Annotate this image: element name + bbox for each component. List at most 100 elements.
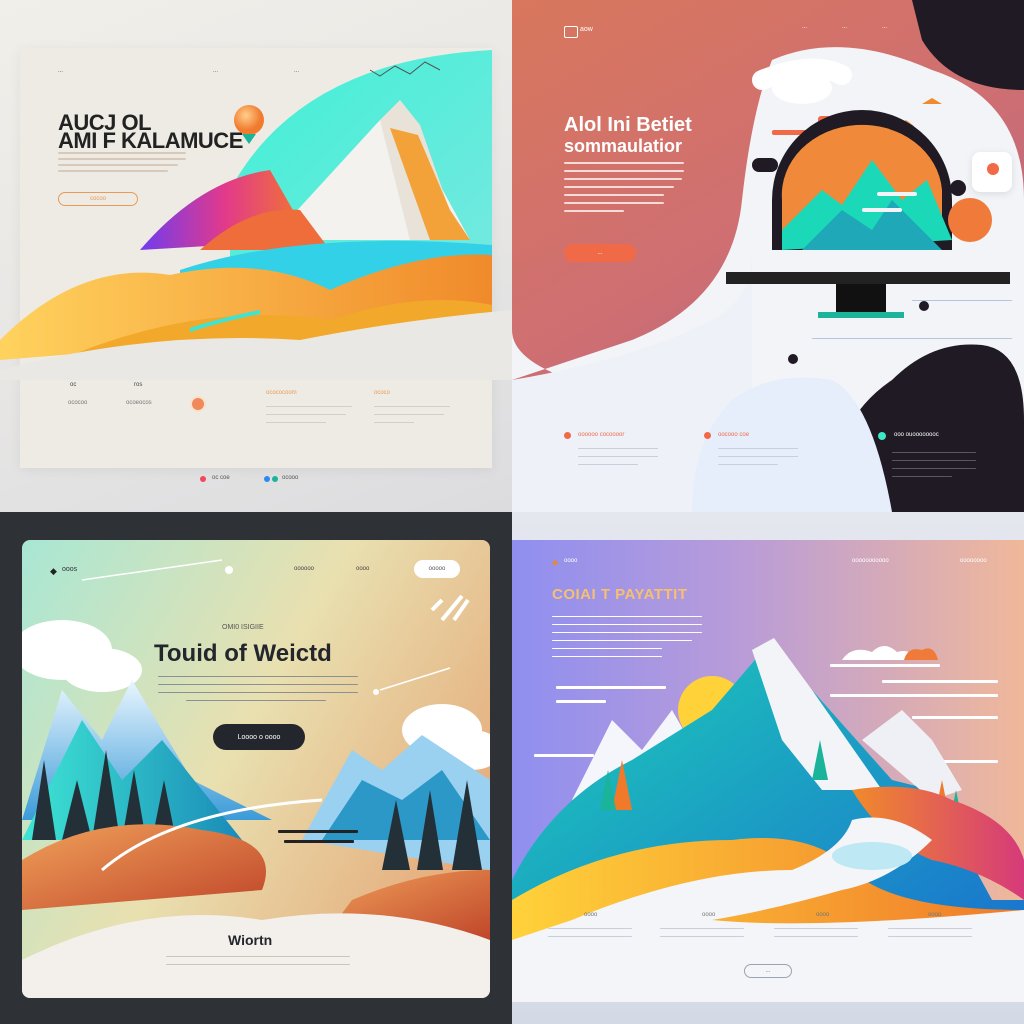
text-line [166,964,350,965]
logo-text[interactable]: ooos [62,566,77,573]
footer-label[interactable]: ocooo [282,475,298,481]
text-line [374,406,450,407]
footer-dot-icon [200,476,206,482]
nav-item[interactable]: ... [882,24,887,30]
cta-button[interactable]: ... [564,244,636,262]
logo-icon [564,26,578,38]
text-line [552,648,662,649]
text-line [548,928,632,929]
dot-icon [788,354,798,364]
feature-dot-icon [564,432,571,439]
cta-button[interactable]: ... [744,964,792,978]
snow-mountain-illustration [512,638,1024,1002]
feature-subtitle: ococoo [68,400,88,406]
text-line [374,414,444,415]
text-line [892,452,976,453]
feature-title: oocooo coe [718,432,750,438]
text-line [774,928,858,929]
text-line [718,464,778,465]
text-line [552,616,702,617]
text-line [892,460,976,461]
feature-dot-icon [878,432,886,440]
logo-text[interactable]: aow [580,26,593,33]
landing-page-monitor: aow ... ... ... Alol Ini Betiet sommaula… [512,0,1024,512]
text-line [578,448,658,449]
nav-item[interactable]: oooooo [294,566,314,572]
footer-label[interactable]: oc coe [212,475,230,481]
logo-icon: ◆ [50,566,57,576]
page-card [512,540,1024,1002]
text-line [564,170,684,172]
landing-page-snow-mountain: ◆ oooo ooooooooooo oooooooo COIAI T PAYA… [512,512,1024,1024]
text-line [548,936,632,937]
text-line [374,422,414,423]
text-line [158,684,358,685]
monitor-icon [712,90,1012,330]
text-line [266,414,346,415]
nav-button[interactable]: ooooo [414,560,460,578]
text-line [552,656,662,657]
nav-item[interactable]: ... [802,24,807,30]
feature-title: oooo [584,912,598,918]
info-title: ocococoom [266,390,297,396]
info-title: ococo [374,390,391,396]
feature-title: oooo [816,912,830,918]
hero-title-line2: sommaulatior [564,136,683,156]
text-line [564,178,682,180]
text-line [578,456,658,457]
feature-subtitle: ocoeocos [126,400,152,406]
text-line [158,692,358,693]
text-line [578,464,638,465]
record-icon [987,163,999,175]
feature-title: ros [134,382,143,388]
text-line [564,202,664,204]
nav-item[interactable]: oooooooo [960,558,987,564]
feature-title: oooo [928,912,942,918]
text-line [774,936,858,937]
text-line [564,194,664,196]
text-line [552,632,702,633]
footer-title: Wiortn [228,932,273,948]
text-line [186,700,326,701]
landing-page-mountain-gradient: ... ... ... AUCJ OL AMI F KALAMUCE cocoo [0,0,512,512]
text-line [912,300,1012,301]
logo-icon: ◆ [552,558,559,567]
footer-dot-icon [272,476,278,482]
nav-item[interactable]: ... [842,24,847,30]
nav-item[interactable]: oooo [356,566,369,572]
text-line [892,468,976,469]
logo-text[interactable]: oooo [564,558,577,564]
forest-illustration [22,559,490,998]
landing-page-forest: ◆ ooos oooooo oooo ooooo OMI0 ISIGIIE To… [0,512,512,1024]
text-line [564,186,674,188]
feature-dot-icon [704,432,711,439]
text-line [660,928,744,929]
text-line [564,210,624,212]
text-line [812,338,1012,339]
feature-dot-icon [192,398,204,410]
cta-button[interactable]: Loooo o oooo [213,724,305,750]
feature-title: oooooo cocoooor [578,432,625,438]
text-line [266,406,352,407]
feature-title: oooo [702,912,716,918]
text-line [564,162,684,164]
text-line [552,640,692,641]
text-line [718,448,798,449]
text-line [166,956,350,957]
hero-title: COIAI T PAYATTIT [552,586,688,603]
nav-item[interactable]: ooooooooooo [852,558,889,564]
text-line [660,936,744,937]
text-line [888,928,972,929]
feature-title: oc [70,382,77,388]
text-line [266,422,326,423]
text-line [718,456,798,457]
text-line [552,624,702,625]
text-line [892,476,952,477]
hero-eyebrow: OMI0 ISIGIIE [222,624,264,631]
text-line [888,936,972,937]
feature-title: ooo ouoooooooc [894,432,939,438]
footer-dot-icon [264,476,270,482]
text-line [158,676,358,677]
mountain-illustration [0,40,512,380]
page-card [22,540,490,998]
